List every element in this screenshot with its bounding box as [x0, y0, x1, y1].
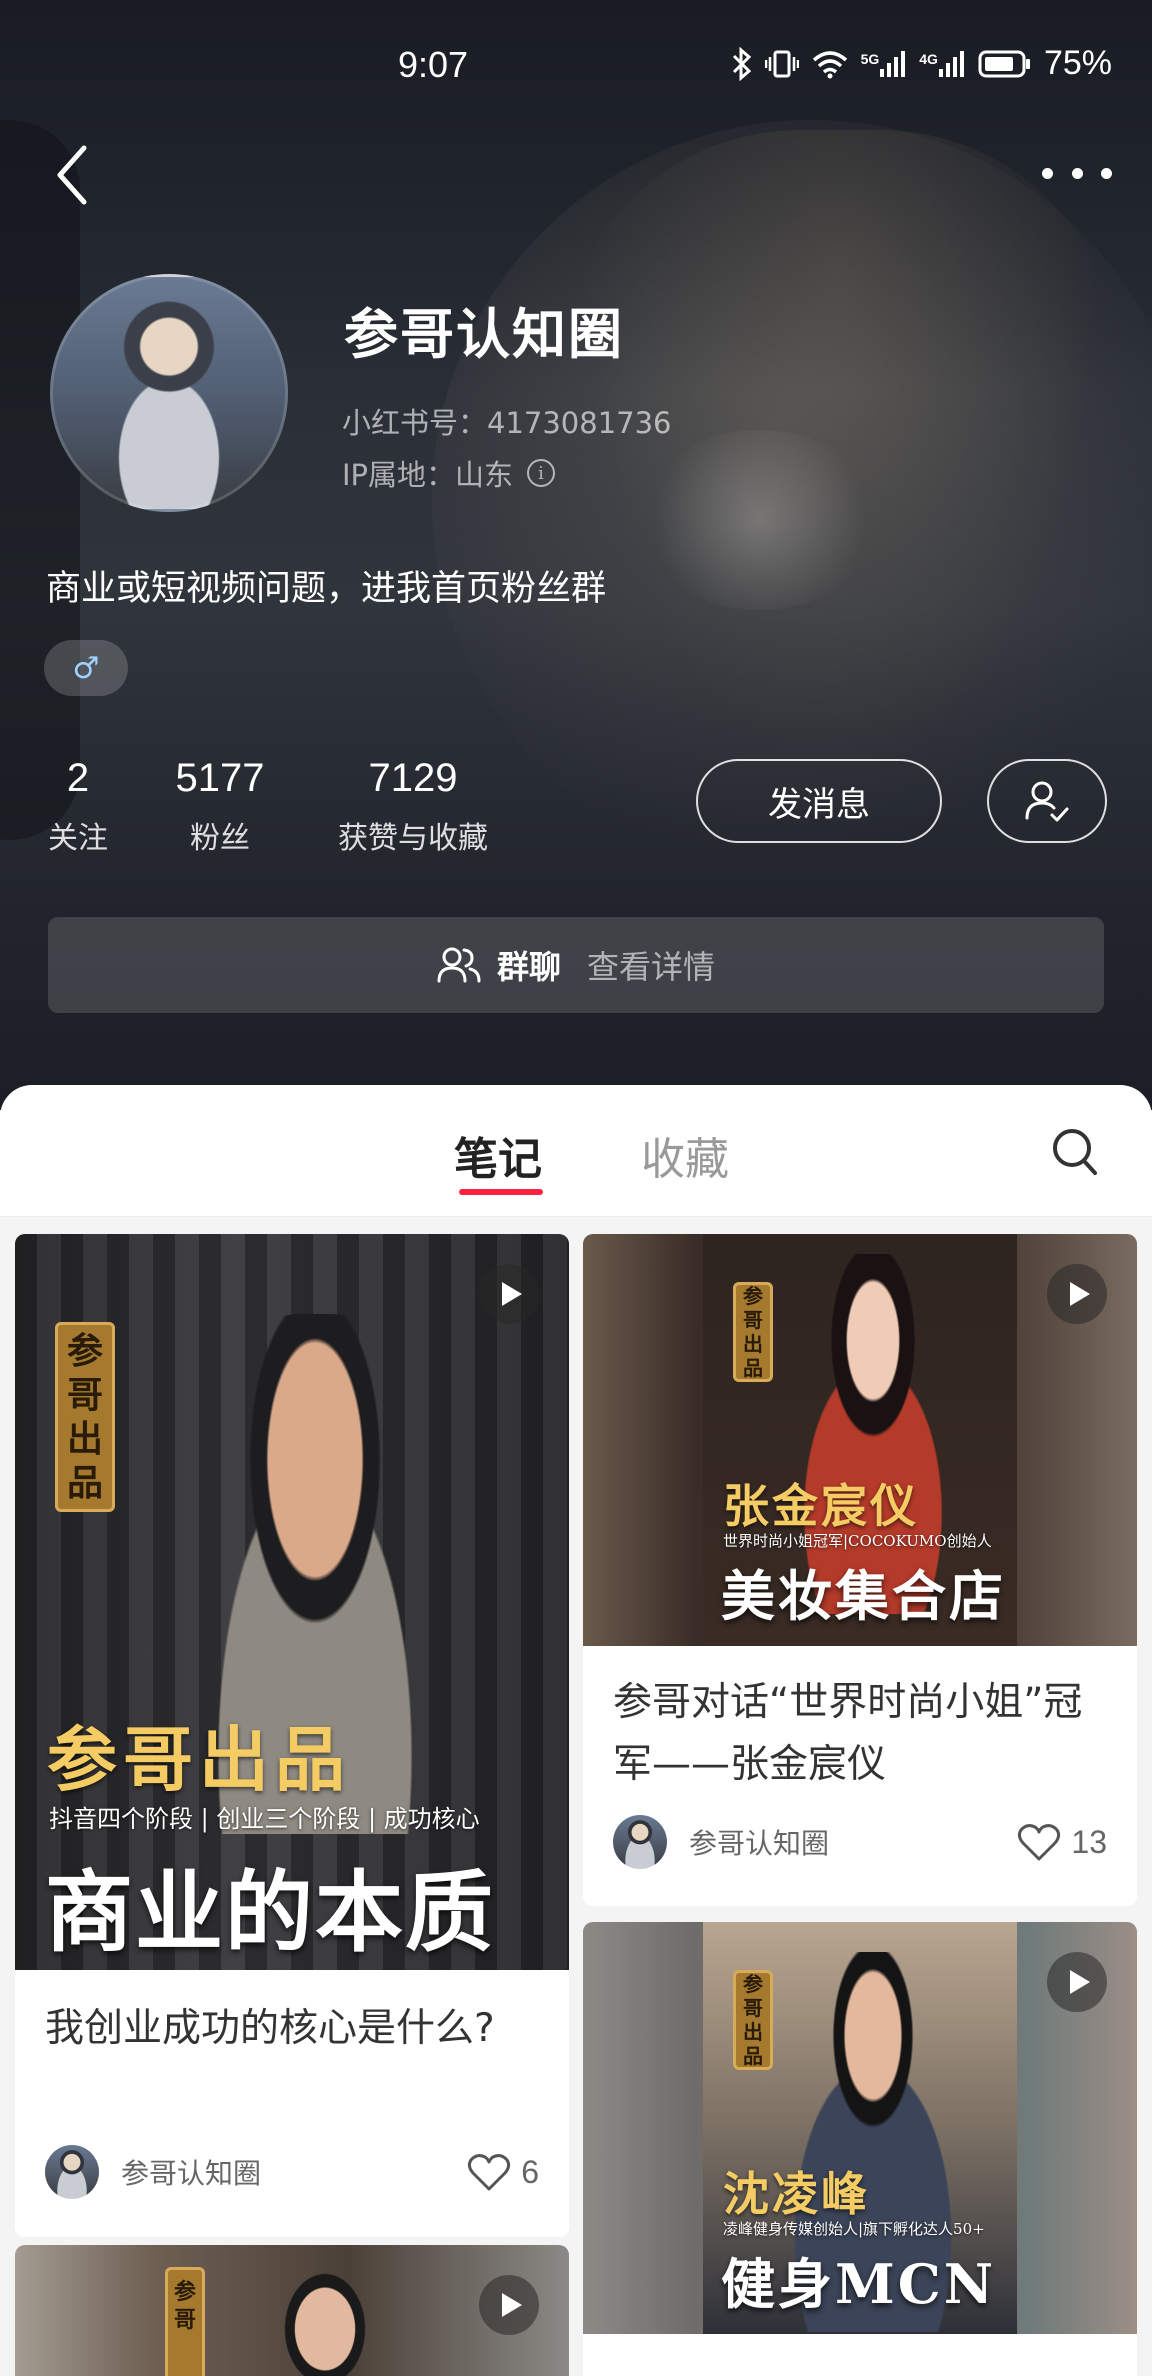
profile-red-id: 小红书号：4173081736 [342, 406, 672, 440]
stat-following-num: 2 [66, 756, 90, 800]
vibrate-icon [764, 50, 799, 77]
cover-seal: 参 哥 出 品 [733, 1970, 773, 2070]
stat-likes-collects[interactable]: 7129 获赞与收藏 [327, 756, 499, 857]
bluetooth-icon [732, 46, 751, 81]
status-icons: 5G 4G 75% [731, 44, 1112, 83]
note-cover: 参 哥 出 品 沈凌峰 凌峰健身传媒创始人|旗下孵化达人50+ 健身MCN [583, 1922, 1137, 2334]
signal-bars-1 [880, 50, 906, 77]
stat-following[interactable]: 2 关注 [44, 756, 112, 857]
note-card[interactable]: 参 哥 出 品 参哥出品 抖音四个阶段 | 创业三个阶段 | 成功核心 商业的本… [15, 1234, 569, 2237]
cover-seal: 参 哥 出 品 [733, 1282, 773, 1382]
followed-button[interactable] [987, 759, 1107, 843]
seal-char: 哥 [173, 2307, 196, 2333]
cover-gold-title: 沈凌峰 [723, 2167, 870, 2221]
profile-header: 9:07 5G 4G 75% 参哥认知圈 小红书号：4173081736 IP属… [0, 0, 1152, 1110]
note-meta: 参哥认知圈 6 [45, 2144, 539, 2200]
heart-icon[interactable] [467, 2152, 511, 2192]
tab-notes[interactable]: 笔记 [454, 1123, 542, 1187]
play-icon [479, 1264, 539, 1324]
seal-char: 出 [743, 1332, 763, 1356]
stat-fans[interactable]: 5177 粉丝 [170, 756, 270, 857]
play-icon [479, 2275, 539, 2335]
tab-active-indicator [459, 1189, 543, 1195]
note-title: 参哥对话“世界时尚小姐”冠军——张金宸仪 [613, 1680, 1083, 1787]
note-cover: 参 哥 出 品 参哥出品 抖音四个阶段 | 创业三个阶段 | 成功核心 商业的本… [15, 1234, 569, 1970]
more-dots-icon[interactable] [1042, 150, 1112, 196]
signal-4g-icon: 4G [919, 49, 966, 79]
stat-fans-num: 5177 [175, 756, 265, 800]
male-icon: ♂ [44, 640, 128, 696]
note-cover: 参 哥 出 品 张金宸仪 世界时尚小姐冠军|COCOKUMO创始人 美妆集合店 [583, 1234, 1137, 1646]
info-icon[interactable]: i [527, 459, 556, 487]
play-icon [1047, 1952, 1107, 2012]
cover-sub-line: 世界时尚小姐冠军|COCOKUMO创始人 [723, 1532, 992, 1550]
notes-feed: 参 哥 出 品 参哥出品 抖音四个阶段 | 创业三个阶段 | 成功核心 商业的本… [0, 1217, 1152, 2376]
note-cover: 参 哥 [15, 2245, 569, 2376]
seal-char: 品 [66, 1462, 103, 1504]
ip-location-text: IP属地：山东 [342, 458, 514, 492]
profile-avatar[interactable] [50, 274, 288, 512]
group-chat-label: 群聊 [496, 948, 561, 986]
signal-4g-label: 4G [919, 50, 938, 67]
group-chat-icon [437, 947, 481, 983]
note-card[interactable]: 参 哥 出 品 沈凌峰 凌峰健身传媒创始人|旗下孵化达人50+ 健身MCN [583, 1922, 1137, 2376]
seal-char: 出 [743, 2020, 763, 2044]
seal-char: 哥 [743, 1308, 763, 1332]
cover-person [255, 2265, 395, 2376]
battery-icon [978, 50, 1030, 77]
author-avatar[interactable] [613, 1815, 667, 1869]
seal-char: 参 [743, 1972, 763, 1996]
status-bar: 9:07 5G 4G 75% [0, 40, 1152, 96]
cover-seal: 参 哥 出 品 [55, 1322, 115, 1512]
cover-gold-title: 参哥出品 [47, 1718, 351, 1801]
stat-fans-label: 粉丝 [190, 821, 250, 856]
cover-sub-line: 凌峰健身传媒创始人|旗下孵化达人50+ [723, 2220, 985, 2238]
like-count: 6 [521, 2153, 539, 2190]
author-name[interactable]: 参哥认知圈 [121, 2152, 467, 2192]
seal-char: 出 [66, 1418, 103, 1460]
seal-char: 品 [743, 1356, 763, 1380]
search-icon[interactable] [1050, 1125, 1100, 1179]
group-chat-bar[interactable]: 群聊 查看详情 [48, 917, 1104, 1013]
seal-char: 参 [743, 1284, 763, 1308]
stat-likes-label: 获赞与收藏 [338, 821, 488, 856]
group-chat-details: 查看详情 [587, 948, 716, 986]
seal-char: 哥 [66, 1374, 103, 1416]
back-arrow-icon[interactable] [48, 140, 98, 210]
seal-char: 哥 [743, 1996, 763, 2020]
play-icon [1047, 1264, 1107, 1324]
cover-big-title: 商业的本质 [45, 1860, 496, 1964]
like-count: 13 [1071, 1823, 1107, 1860]
seal-char: 参 [173, 2279, 196, 2305]
profile-ip-location: IP属地：山东 i [342, 452, 556, 494]
profile-nickname: 参哥认知圈 [344, 303, 624, 366]
profile-bio: 商业或短视频问题，进我首页粉丝群 [46, 569, 607, 609]
seal-char: 品 [743, 2044, 763, 2068]
content-tabs: 笔记 收藏 [0, 1085, 1152, 1217]
author-avatar[interactable] [45, 2145, 99, 2199]
seal-char: 参 [66, 1330, 103, 1372]
signal-bars-2 [938, 50, 964, 77]
note-card[interactable]: 参 哥 [15, 2245, 569, 2376]
heart-icon[interactable] [1017, 1822, 1061, 1862]
cover-big-title: 美妆集合店 [721, 1564, 1006, 1628]
signal-5g-icon: 5G [861, 49, 908, 79]
stat-following-label: 关注 [48, 821, 108, 856]
battery-percent: 75% [1043, 44, 1112, 82]
note-card[interactable]: 参 哥 出 品 张金宸仪 世界时尚小姐冠军|COCOKUMO创始人 美妆集合店 … [583, 1234, 1137, 1906]
cover-big-title: 健身MCN [721, 2252, 997, 2316]
status-time: 9:07 [398, 44, 469, 85]
note-meta: 参哥认知圈 13 [613, 1814, 1107, 1870]
note-title: 我创业成功的核心是什么? [45, 2006, 495, 2051]
send-message-button[interactable]: 发消息 [696, 759, 942, 843]
cover-gold-title: 张金宸仪 [723, 1479, 919, 1533]
add-friend-icon [1025, 781, 1069, 822]
signal-5g-label: 5G [860, 50, 880, 67]
cover-sub-line: 抖音四个阶段 | 创业三个阶段 | 成功核心 [49, 1805, 480, 1833]
author-name[interactable]: 参哥认知圈 [689, 1822, 1017, 1862]
cover-seal: 参 哥 [165, 2267, 205, 2376]
tab-favorites[interactable]: 收藏 [641, 1123, 729, 1187]
stat-likes-num: 7129 [368, 756, 458, 800]
wifi-icon [812, 50, 847, 78]
